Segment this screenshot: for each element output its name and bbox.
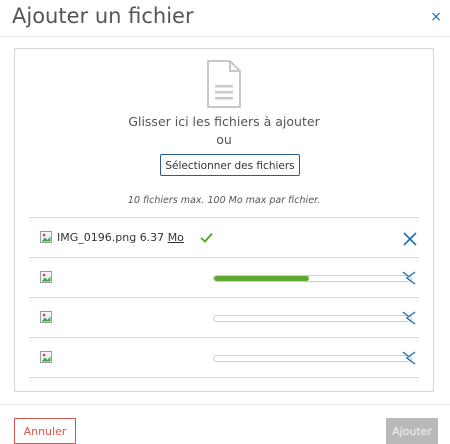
file-row (29, 258, 419, 298)
dialog-title: Ajouter un fichier (12, 4, 194, 28)
footer-divider (0, 404, 450, 405)
cancel-upload-icon[interactable] (402, 271, 416, 285)
image-file-icon (40, 351, 52, 363)
cancel-button[interactable]: Annuler (14, 418, 76, 444)
image-file-icon (40, 231, 52, 243)
file-row (29, 338, 419, 378)
dialog-header: Ajouter un fichier × (0, 0, 450, 37)
upload-progress-bar (213, 355, 412, 362)
cancel-upload-icon[interactable] (402, 351, 416, 365)
upload-progress-fill (214, 276, 309, 281)
upload-progress-bar (213, 315, 412, 322)
file-limits-text: 10 fichiers max. 100 Mo max par fichier. (127, 195, 321, 206)
file-size: 6.37 (139, 231, 165, 244)
image-file-icon (40, 311, 52, 323)
file-size-unit: Mo (167, 231, 184, 244)
close-icon[interactable]: × (430, 9, 442, 25)
dropzone[interactable]: Glisser ici les fichiers à ajouter ou Sé… (14, 48, 434, 392)
file-list: IMG_0196.png 6.37 Mo (29, 217, 419, 378)
document-icon (207, 60, 241, 108)
check-icon (200, 232, 213, 243)
add-button: Ajouter (386, 418, 438, 444)
file-row: IMG_0196.png 6.37 Mo (29, 218, 419, 258)
remove-file-icon[interactable] (403, 232, 417, 246)
file-name: IMG_0196.png 6.37 Mo (57, 231, 184, 244)
drop-or-text: ou (216, 132, 232, 147)
file-row (29, 298, 419, 338)
upload-progress-bar (213, 275, 412, 282)
select-files-button[interactable]: Sélectionner des fichiers (160, 154, 300, 176)
drop-instructions: Glisser ici les fichiers à ajouter (128, 114, 320, 129)
cancel-upload-icon[interactable] (402, 311, 416, 325)
image-file-icon (40, 271, 52, 283)
file-name-text: IMG_0196.png (57, 231, 137, 244)
